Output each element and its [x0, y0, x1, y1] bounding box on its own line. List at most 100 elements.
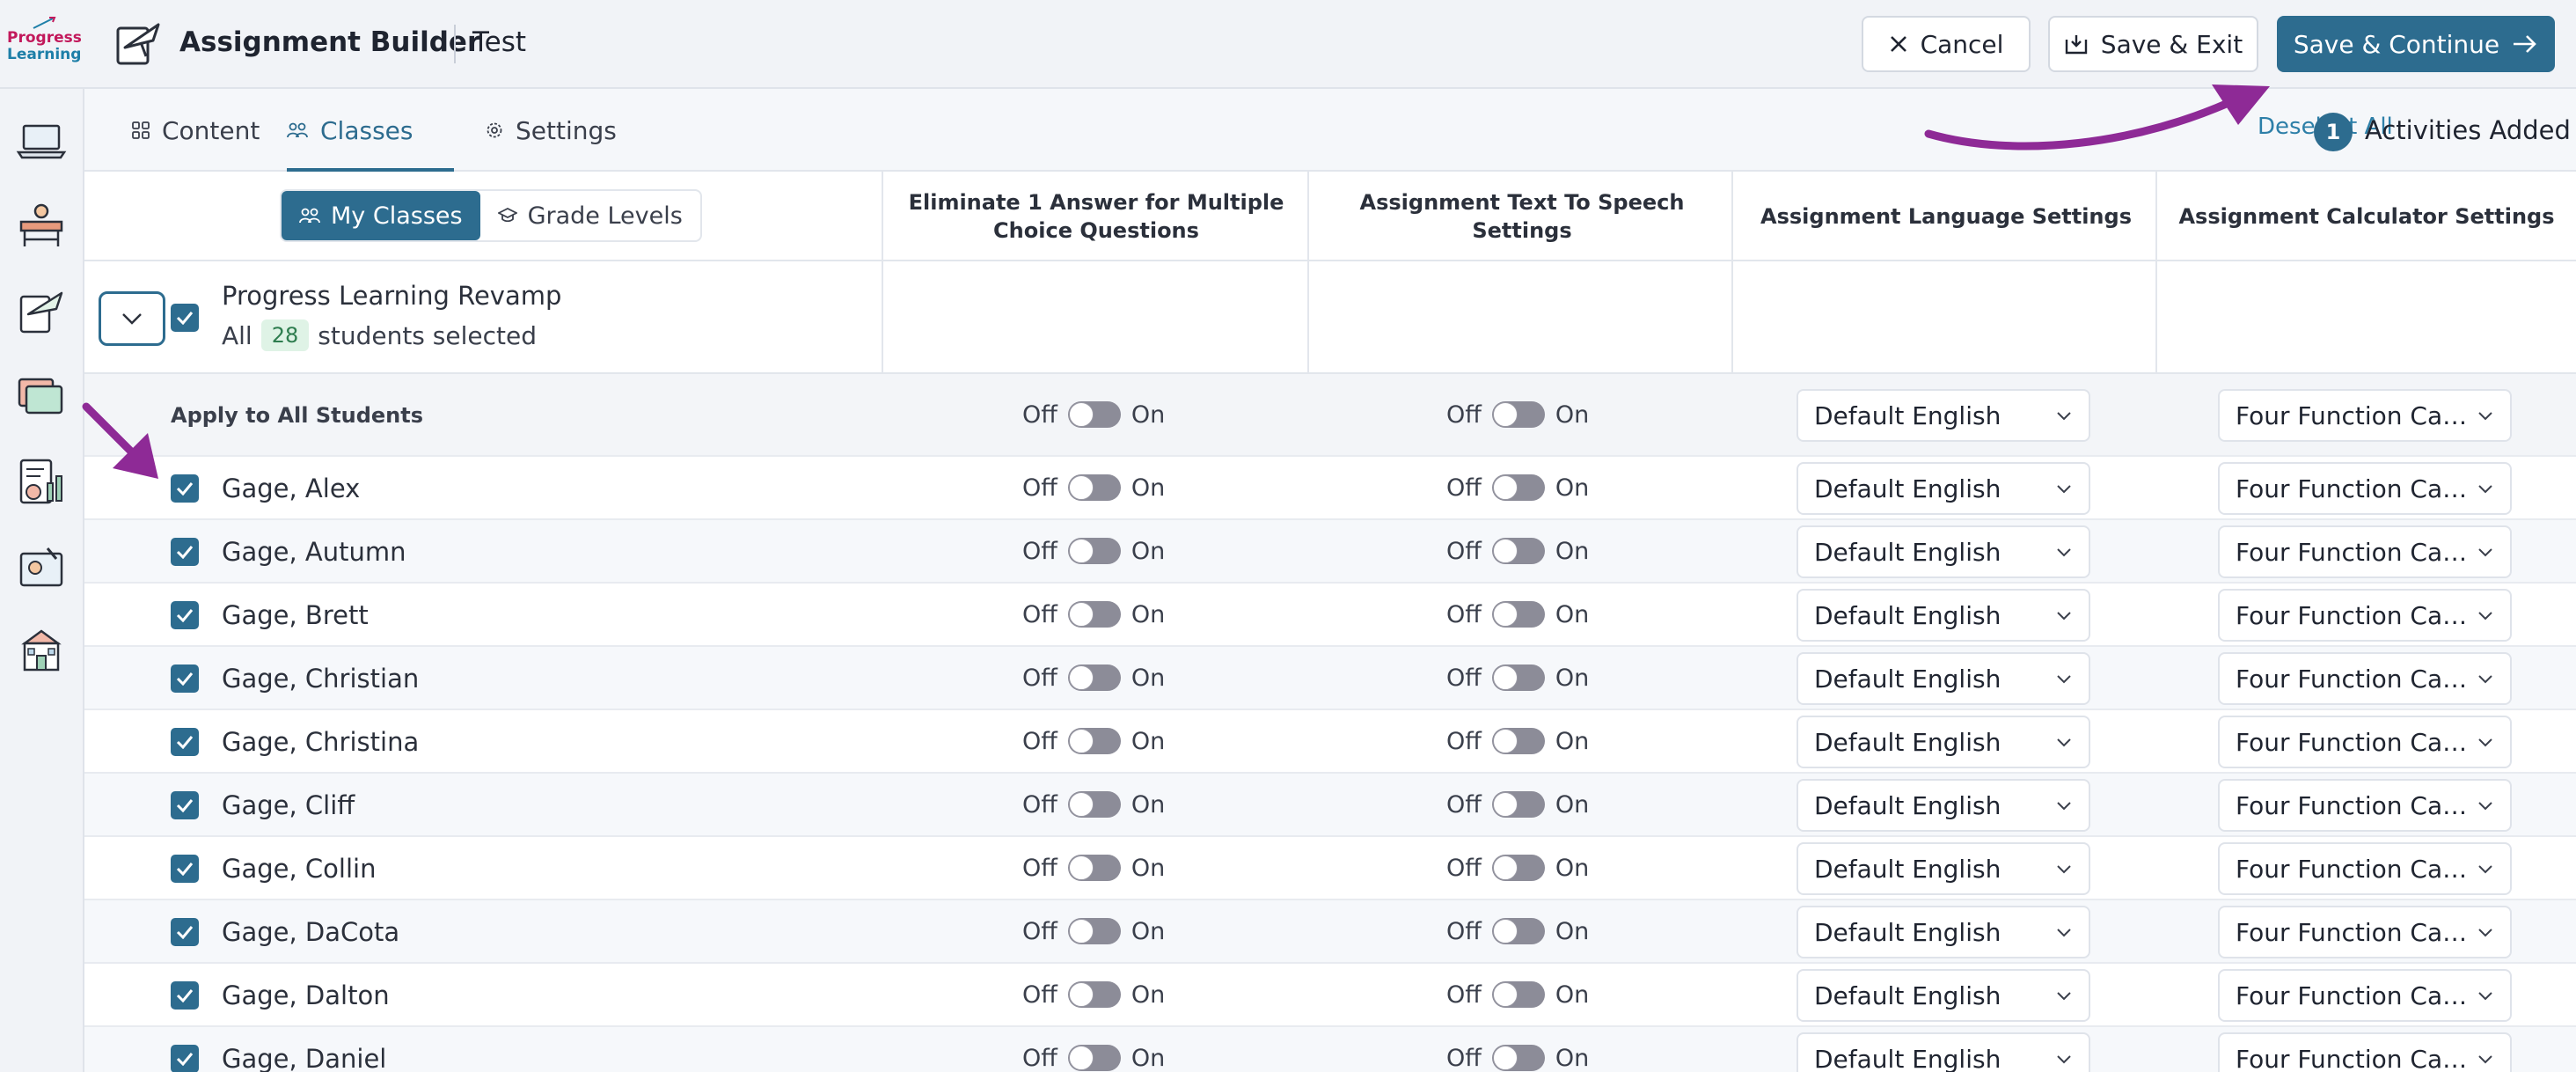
tts-toggle[interactable]: Off On — [1446, 710, 1589, 772]
toggle-switch[interactable] — [1067, 855, 1121, 881]
student-checkbox[interactable] — [171, 664, 199, 693]
calculator-select[interactable]: Four Function Cal... — [2218, 1032, 2512, 1072]
expand-class-button[interactable] — [99, 291, 165, 346]
student-checkbox[interactable] — [171, 728, 199, 756]
language-select[interactable]: Default English — [1797, 779, 2090, 832]
language-select[interactable]: Default English — [1797, 525, 2090, 578]
language-select[interactable]: Default English — [1797, 842, 2090, 895]
school-building-icon[interactable] — [16, 626, 67, 677]
calculator-select[interactable]: Four Function Cal... — [2218, 842, 2512, 895]
checkmark-icon — [176, 312, 194, 325]
language-select[interactable]: Default English — [1797, 462, 2090, 515]
eliminate-toggle[interactable]: Off On — [1022, 1027, 1165, 1072]
toggle-switch[interactable] — [1491, 664, 1545, 691]
toggle-off-label: Off — [1022, 790, 1057, 819]
tts-toggle[interactable]: Off On — [1446, 457, 1589, 518]
calculator-select[interactable]: Four Function Cal... — [2218, 462, 2512, 515]
cancel-button[interactable]: Cancel — [1862, 16, 2031, 72]
toggle-switch[interactable] — [1491, 981, 1545, 1008]
student-checkbox[interactable] — [171, 474, 199, 503]
assignment-plane-icon[interactable] — [16, 288, 67, 339]
toggle-switch[interactable] — [1491, 1045, 1545, 1071]
calculator-select[interactable]: Four Function Cal... — [2218, 652, 2512, 705]
eliminate-toggle[interactable]: Off On — [1022, 774, 1165, 835]
eliminate-toggle[interactable]: Off On — [1022, 964, 1165, 1025]
calculator-select[interactable]: Four Function Cal... — [2218, 969, 2512, 1022]
toggle-switch[interactable] — [1491, 401, 1545, 428]
toggle-switch[interactable] — [1491, 728, 1545, 754]
tts-toggle[interactable]: Off On — [1446, 647, 1589, 709]
toggle-switch[interactable] — [1067, 918, 1121, 944]
eliminate-toggle[interactable]: Off On — [1022, 584, 1165, 645]
apply-all-calculator-select[interactable]: Four Function Cal... — [2218, 389, 2512, 442]
calculator-select[interactable]: Four Function Cal... — [2218, 716, 2512, 768]
tab-content[interactable]: Content — [132, 89, 260, 172]
language-select[interactable]: Default English — [1797, 969, 2090, 1022]
apply-all-eliminate-toggle[interactable]: Off On — [1022, 374, 1165, 455]
student-checkbox[interactable] — [171, 981, 199, 1010]
calculator-select[interactable]: Four Function Cal... — [2218, 525, 2512, 578]
report-chart-icon[interactable] — [16, 457, 67, 508]
apply-all-tts-toggle[interactable]: Off On — [1446, 374, 1589, 455]
language-select[interactable]: Default English — [1797, 652, 2090, 705]
toggle-switch[interactable] — [1067, 981, 1121, 1008]
gradebook-icon[interactable] — [16, 541, 67, 592]
student-checkbox[interactable] — [171, 538, 199, 566]
toggle-switch[interactable] — [1067, 601, 1121, 628]
toggle-switch[interactable] — [1067, 664, 1121, 691]
toggle-switch[interactable] — [1067, 791, 1121, 818]
eliminate-toggle[interactable]: Off On — [1022, 837, 1165, 899]
eliminate-toggle[interactable]: Off On — [1022, 457, 1165, 518]
language-select[interactable]: Default English — [1797, 1032, 2090, 1072]
toggle-switch[interactable] — [1067, 474, 1121, 501]
select-value: Four Function Cal... — [2236, 917, 2468, 947]
eliminate-toggle[interactable]: Off On — [1022, 710, 1165, 772]
tab-classes[interactable]: Classes — [287, 89, 413, 172]
tts-toggle[interactable]: Off On — [1446, 774, 1589, 835]
student-checkbox[interactable] — [171, 1045, 199, 1072]
tts-toggle[interactable]: Off On — [1446, 837, 1589, 899]
laptop-icon[interactable] — [16, 115, 67, 166]
toggle-switch[interactable] — [1491, 918, 1545, 944]
calculator-select[interactable]: Four Function Cal... — [2218, 779, 2512, 832]
student-checkbox[interactable] — [171, 918, 199, 946]
calculator-select[interactable]: Four Function Cal... — [2218, 589, 2512, 642]
toggle-switch[interactable] — [1491, 474, 1545, 501]
column-header-tts: Assignment Text To Speech Settings — [1359, 190, 1685, 243]
progress-learning-logo[interactable]: Progress Learning — [7, 16, 82, 72]
toggle-switch[interactable] — [1491, 855, 1545, 881]
toggle-switch[interactable] — [1067, 1045, 1121, 1071]
column-divider — [882, 172, 883, 374]
toggle-switch[interactable] — [1491, 601, 1545, 628]
my-classes-button[interactable]: My Classes — [282, 191, 480, 240]
toggle-switch[interactable] — [1491, 791, 1545, 818]
student-checkbox[interactable] — [171, 791, 199, 819]
toggle-switch[interactable] — [1067, 728, 1121, 754]
calculator-select[interactable]: Four Function Cal... — [2218, 906, 2512, 958]
eliminate-toggle[interactable]: Off On — [1022, 900, 1165, 962]
save-exit-button[interactable]: Save & Exit — [2048, 16, 2258, 72]
save-continue-button[interactable]: Save & Continue — [2277, 16, 2555, 72]
tts-toggle[interactable]: Off On — [1446, 584, 1589, 645]
eliminate-toggle[interactable]: Off On — [1022, 520, 1165, 582]
student-checkbox[interactable] — [171, 601, 199, 629]
toggle-switch[interactable] — [1067, 538, 1121, 564]
toggle-switch[interactable] — [1491, 538, 1545, 564]
tab-settings[interactable]: Settings — [486, 89, 617, 172]
select-value: Default English — [1814, 400, 2002, 430]
language-select[interactable]: Default English — [1797, 589, 2090, 642]
grade-levels-button[interactable]: Grade Levels — [480, 191, 700, 240]
class-select-checkbox[interactable] — [171, 304, 199, 332]
student-checkbox[interactable] — [171, 855, 199, 883]
tts-toggle[interactable]: Off On — [1446, 520, 1589, 582]
language-select[interactable]: Default English — [1797, 906, 2090, 958]
eliminate-toggle[interactable]: Off On — [1022, 647, 1165, 709]
teacher-desk-icon[interactable] — [16, 201, 67, 252]
tts-toggle[interactable]: Off On — [1446, 964, 1589, 1025]
toggle-switch[interactable] — [1067, 401, 1121, 428]
tts-toggle[interactable]: Off On — [1446, 900, 1589, 962]
apply-all-language-select[interactable]: Default English — [1797, 389, 2090, 442]
folders-icon[interactable] — [16, 371, 67, 422]
language-select[interactable]: Default English — [1797, 716, 2090, 768]
tts-toggle[interactable]: Off On — [1446, 1027, 1589, 1072]
